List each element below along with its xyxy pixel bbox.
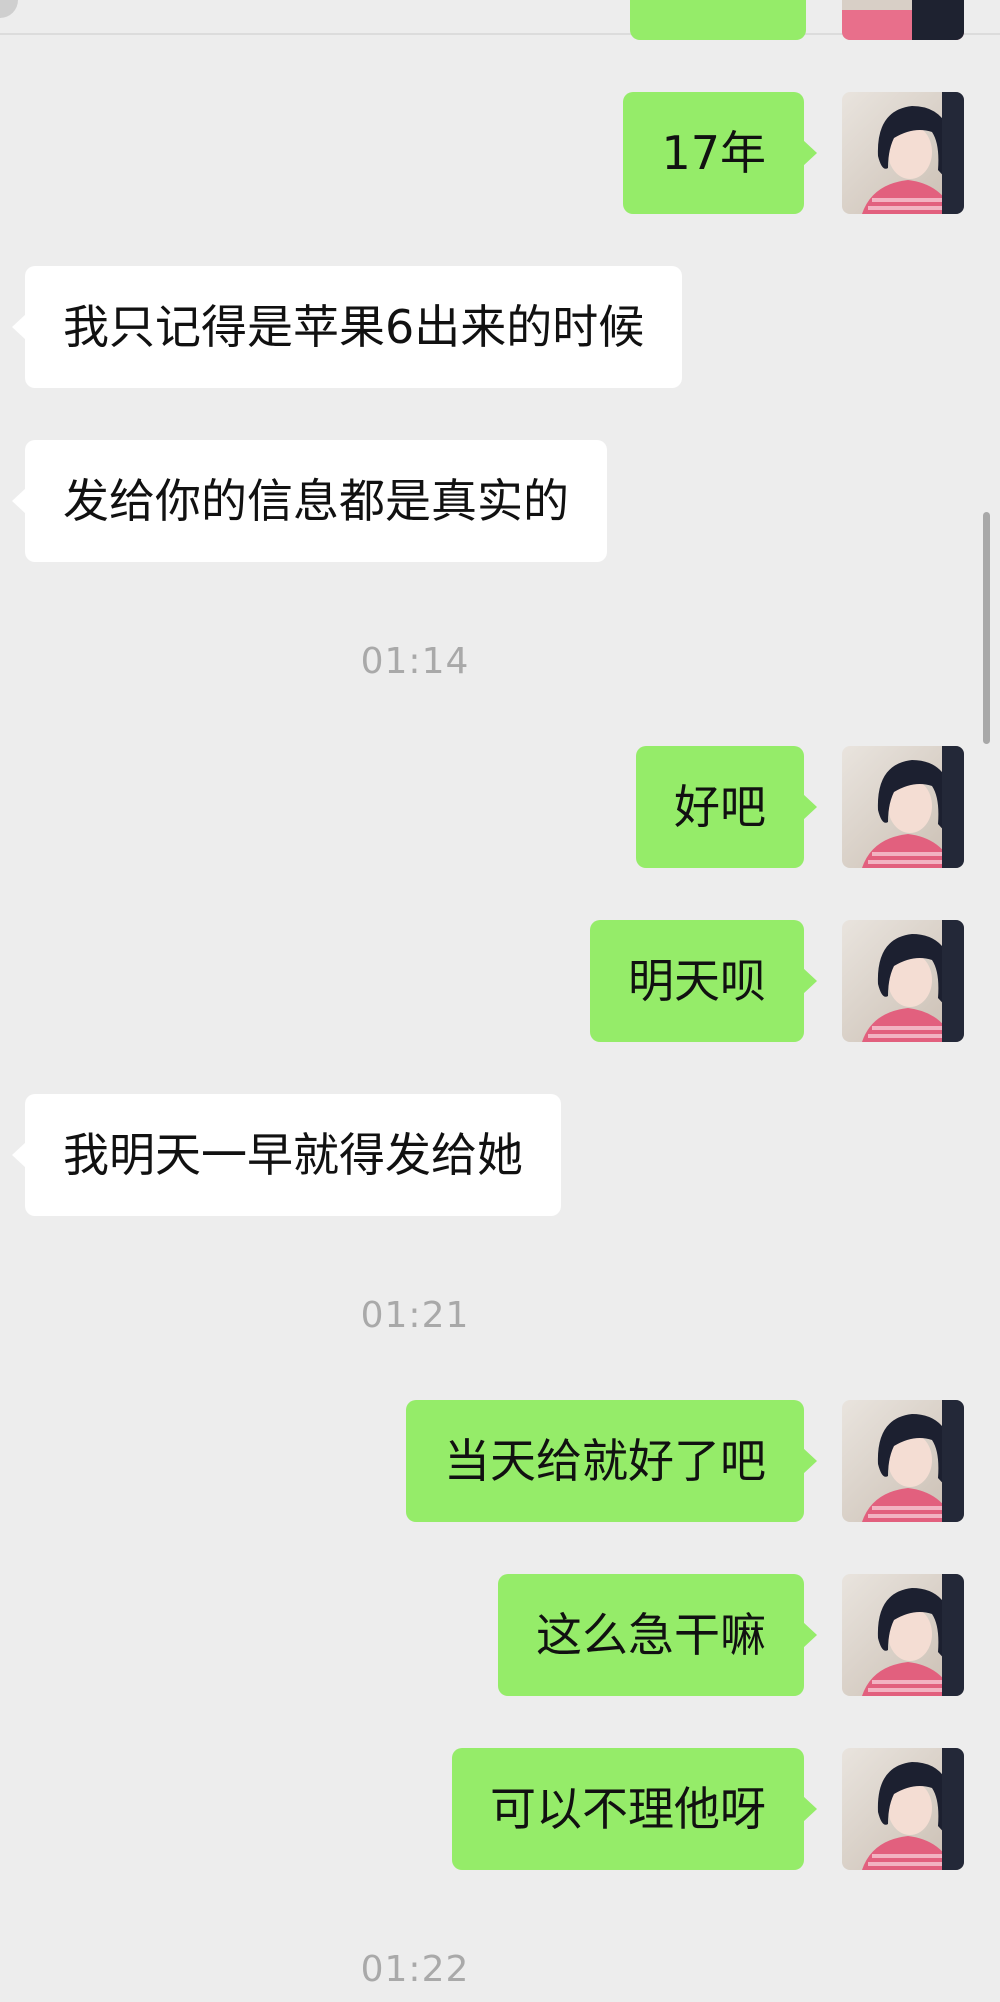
- incoming-message-bubble[interactable]: 发给你的信息都是真实的: [12, 440, 607, 562]
- incoming-message-bubble[interactable]: 我明天一早就得发给她: [12, 1094, 561, 1216]
- user-avatar[interactable]: [842, 1748, 964, 1870]
- user-avatar[interactable]: [842, 1400, 964, 1522]
- user-avatar[interactable]: [842, 1574, 964, 1696]
- user-avatar[interactable]: [842, 920, 964, 1042]
- outgoing-message-bubble[interactable]: 当天给就好了吧: [406, 1400, 817, 1522]
- user-avatar[interactable]: [842, 92, 964, 214]
- partial-message-bubble[interactable]: [630, 0, 806, 40]
- back-icon[interactable]: [0, 0, 18, 18]
- outgoing-message-bubble[interactable]: 可以不理他呀: [452, 1748, 817, 1870]
- outgoing-message-bubble[interactable]: 好吧: [636, 746, 817, 868]
- message-timestamp: 01:14: [360, 641, 470, 682]
- scrollbar[interactable]: [983, 512, 990, 744]
- message-timestamp: 01:22: [360, 1949, 470, 1990]
- incoming-message-bubble[interactable]: 我只记得是苹果6出来的时候: [11, 266, 683, 388]
- outgoing-message-bubble[interactable]: 17年: [623, 92, 817, 214]
- outgoing-message-bubble[interactable]: 明天呗: [590, 920, 817, 1042]
- message-timestamp: 01:21: [360, 1295, 470, 1336]
- outgoing-message-bubble[interactable]: 这么急干嘛: [498, 1574, 817, 1696]
- partial-user-avatar[interactable]: [842, 0, 964, 40]
- user-avatar[interactable]: [842, 746, 964, 868]
